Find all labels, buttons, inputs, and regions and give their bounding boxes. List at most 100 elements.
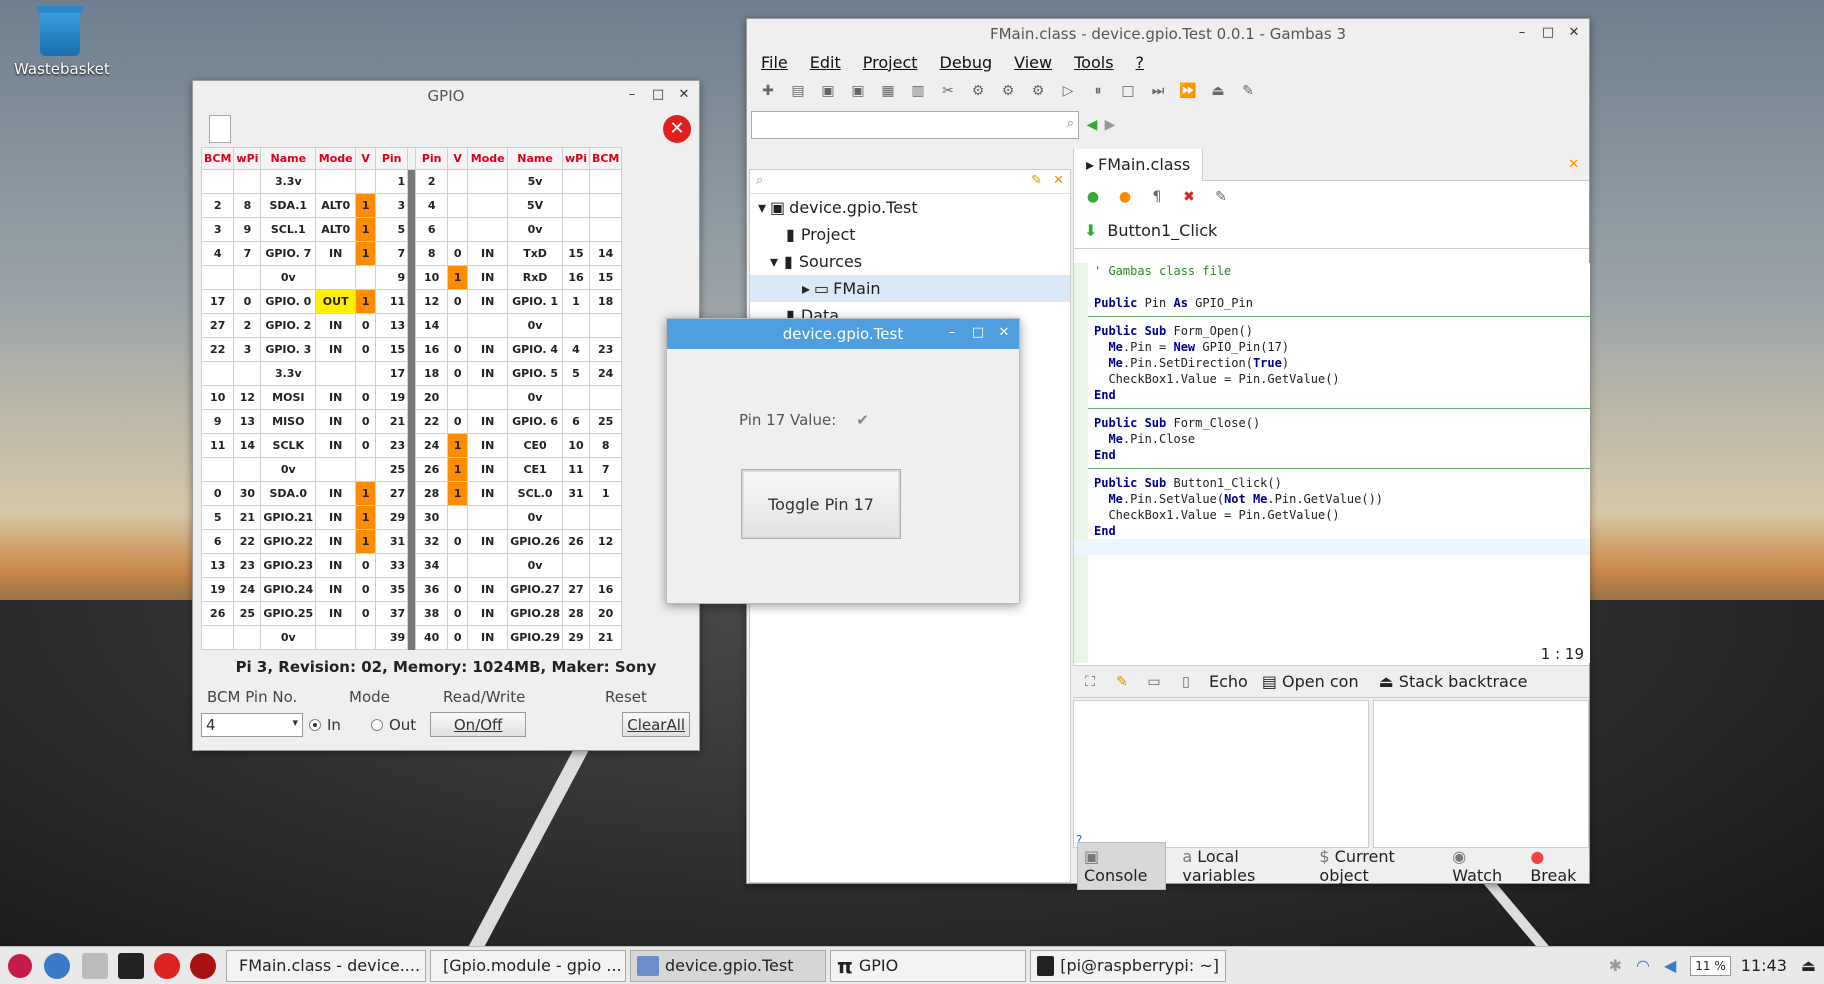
menu-view[interactable]: View	[1014, 53, 1052, 72]
eject-icon[interactable]: ⏏	[1801, 956, 1816, 975]
tree-item-fmain[interactable]: ▸ ▭ FMain	[750, 275, 1070, 302]
properties-icon[interactable]: ▦	[879, 83, 897, 99]
gpio-cell[interactable]: 0	[447, 337, 469, 362]
open-icon[interactable]: ▤	[789, 83, 807, 99]
pin-value-checkbox[interactable]: ✔	[856, 411, 869, 429]
taskbar-item-gpio[interactable]: π GPIO	[830, 949, 1026, 982]
eject-icon[interactable]: ⏏	[1209, 83, 1227, 99]
gpio-cell[interactable]: 0	[355, 337, 377, 362]
go-icon[interactable]: ●	[1084, 189, 1102, 205]
close-icon[interactable]: ✕	[1568, 157, 1579, 172]
search-input[interactable]: ⌕	[751, 111, 1079, 139]
taskbar-item-gpio-module[interactable]: [Gpio.module - gpio ...	[430, 949, 626, 982]
step-icon[interactable]: ⏭	[1149, 83, 1167, 99]
close-icon[interactable]: ✕	[997, 325, 1011, 340]
gpio-cell[interactable]: 0	[447, 361, 469, 386]
brush-icon[interactable]: ✎	[1239, 83, 1257, 99]
gpio-cell[interactable]: 0	[355, 577, 377, 602]
echo-icon[interactable]: ▯	[1177, 674, 1195, 690]
file-manager-icon[interactable]	[82, 952, 108, 979]
minimize-icon[interactable]: –	[945, 325, 959, 340]
minimize-icon[interactable]: –	[625, 87, 639, 102]
debug-icon[interactable]: ●	[1116, 189, 1134, 205]
bluetooth-icon[interactable]: ✱	[1609, 956, 1622, 975]
gpio-cell[interactable]: 1	[355, 481, 377, 506]
gpio-cell[interactable]: 0	[447, 241, 469, 266]
copy-icon[interactable]: ▭	[1145, 674, 1163, 690]
gpio-cell[interactable]: 0	[447, 529, 469, 554]
dialog-titlebar[interactable]: device.gpio.Test – □ ✕	[667, 319, 1019, 349]
expand-icon[interactable]: ⛶	[1081, 674, 1099, 690]
minimize-icon[interactable]: –	[1515, 25, 1529, 40]
procedure-selector[interactable]: Button1_Click	[1107, 221, 1217, 240]
tree-item-sources[interactable]: ▾ ▮ Sources	[750, 248, 1070, 275]
stop-icon[interactable]: □	[1119, 83, 1137, 99]
tab-current-object[interactable]: $ Current object	[1319, 847, 1436, 885]
gpio-cell[interactable]: 1	[355, 241, 377, 266]
tools-icon[interactable]: ✂	[939, 83, 957, 99]
calendar-icon[interactable]: ▥	[909, 83, 927, 99]
gpio-cell[interactable]: 1	[355, 529, 377, 554]
taskbar-item-ide[interactable]: FMain.class - device....	[226, 949, 426, 982]
raspberry-menu-icon[interactable]	[8, 953, 32, 978]
tree-item-project[interactable]: ▮ Project	[750, 221, 1070, 248]
pilcrow-icon[interactable]: ¶	[1148, 189, 1166, 205]
menu-project[interactable]: Project	[863, 53, 918, 72]
toggle-pin-button[interactable]: Toggle Pin 17	[741, 469, 901, 539]
save-icon[interactable]: ▣	[819, 83, 837, 99]
tab-console[interactable]: ▣ Console	[1077, 842, 1167, 890]
forward-nav-icon[interactable]: ▶	[1101, 117, 1119, 133]
clear-icon[interactable]: ✎	[1031, 173, 1042, 188]
close-icon[interactable]: ✕	[1053, 173, 1064, 188]
wolfram-icon[interactable]	[154, 952, 180, 979]
new-icon[interactable]: ✚	[759, 83, 777, 99]
gpio-cell[interactable]: 0	[355, 433, 377, 458]
taskbar-item-test[interactable]: device.gpio.Test	[630, 949, 826, 982]
web-browser-icon[interactable]	[44, 952, 70, 979]
radio-in[interactable]	[309, 718, 321, 731]
close-icon[interactable]: ✕	[677, 87, 691, 102]
wifi-icon[interactable]: ◠	[1636, 956, 1650, 975]
gpio-cell[interactable]: 1	[447, 481, 469, 506]
desktop-icon-wastebasket[interactable]: Wastebasket	[14, 6, 110, 78]
ide-titlebar[interactable]: FMain.class - device.gpio.Test 0.0.1 - G…	[747, 19, 1589, 49]
tab-local-variables[interactable]: a Local variables	[1182, 847, 1303, 885]
gpio-cell[interactable]: 0	[355, 409, 377, 434]
clock[interactable]: 11:43	[1741, 956, 1787, 975]
filter-icon[interactable]: ⌕	[756, 173, 763, 188]
code-area[interactable]: ' Gambas class file Public Pin As GPIO_P…	[1074, 263, 1590, 663]
save-all-icon[interactable]: ▣	[849, 83, 867, 99]
maximize-icon[interactable]: □	[971, 325, 985, 340]
open-con-button[interactable]: ▤ Open con	[1262, 672, 1359, 691]
gpio-cell[interactable]: 0	[447, 577, 469, 602]
document-icon[interactable]	[209, 115, 231, 143]
gear-icon[interactable]: ⚙	[999, 83, 1017, 99]
menu-edit[interactable]: Edit	[810, 53, 841, 72]
gpio-cell[interactable]: 1	[355, 193, 377, 218]
clearall-button[interactable]: ClearAll	[622, 712, 691, 737]
stack-backtrace-button[interactable]: ⏏ Stack backtrace	[1379, 672, 1528, 691]
gpio-cell[interactable]: 0	[355, 313, 377, 338]
gpio-cell[interactable]: 1	[447, 265, 469, 290]
terminal-icon[interactable]	[118, 952, 144, 979]
gpio-cell[interactable]: 0	[355, 553, 377, 578]
close-icon[interactable]: ✕	[1567, 25, 1581, 40]
bcm-pin-combo[interactable]: 4 ▾	[201, 712, 303, 737]
mathematica-icon[interactable]	[190, 952, 216, 979]
gpio-titlebar[interactable]: GPIO – □ ✕	[193, 81, 699, 111]
forward-icon[interactable]: ⏩	[1179, 83, 1197, 99]
taskbar-item-terminal[interactable]: [pi@raspberrypi: ~]	[1030, 949, 1226, 982]
gpio-cell[interactable]: 0	[447, 601, 469, 626]
gpio-cell[interactable]: 0	[355, 601, 377, 626]
tab-break[interactable]: ● Break	[1530, 847, 1589, 885]
gpio-cell[interactable]: 1	[355, 289, 377, 314]
gpio-cell[interactable]: 0	[355, 385, 377, 410]
maximize-icon[interactable]: □	[651, 87, 665, 102]
gpio-cell[interactable]: 1	[447, 457, 469, 482]
gear-icon[interactable]: ⚙	[1029, 83, 1047, 99]
gpio-cell[interactable]: 1	[447, 433, 469, 458]
back-icon[interactable]: ◀	[1083, 117, 1101, 133]
close-red-icon[interactable]: ✕	[663, 115, 691, 143]
wand-icon[interactable]: ✎	[1212, 189, 1230, 205]
error-icon[interactable]: ✖	[1180, 189, 1198, 205]
